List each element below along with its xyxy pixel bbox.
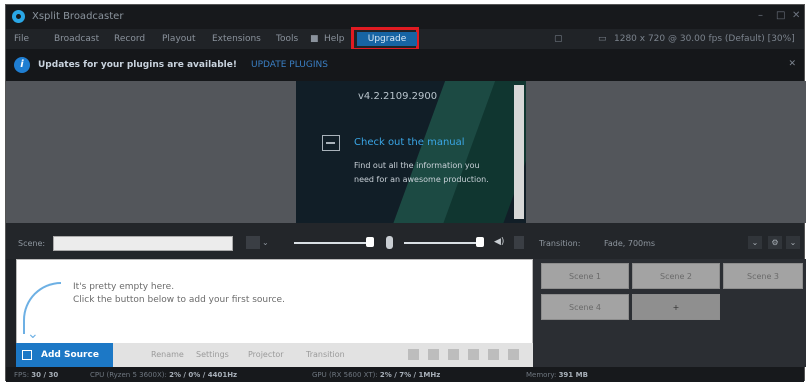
scene-name-input[interactable] (53, 236, 233, 251)
resolution-selector[interactable]: 1280 x 720 @ 30.00 fps (Default) [30%] (614, 34, 795, 44)
transition-more-icon[interactable]: ⌄ (786, 236, 800, 249)
transition-label: Transition: (539, 239, 581, 248)
fps-label: FPS: (14, 371, 30, 379)
preview-area: v4.2.2109.2900 Check out the manual Find… (6, 81, 806, 223)
add-source-button[interactable]: Add Source (16, 343, 113, 367)
plugin-update-notice: i Updates for your plugins are available… (6, 49, 804, 81)
scene-4-button[interactable]: Scene 4 (541, 294, 629, 320)
projector-button[interactable]: Projector (248, 350, 284, 359)
move-down-icon[interactable] (488, 349, 499, 360)
memory-status: Memory: 391 MB (526, 371, 588, 379)
menu-file[interactable]: File (14, 34, 29, 44)
transition-selector[interactable]: Fade, 700ms (604, 239, 655, 248)
menu-broadcast[interactable]: Broadcast (54, 34, 99, 44)
scenes-panel: Scene 1 Scene 2 Scene 3 Scene 4 + (533, 259, 806, 367)
manual-card[interactable]: v4.2.2109.2900 Check out the manual Find… (296, 81, 526, 223)
menu-help[interactable]: Help (324, 34, 345, 44)
audio-settings-icon[interactable] (514, 236, 524, 249)
scene-3-button[interactable]: Scene 3 (723, 263, 803, 289)
arrow-head-icon: ⌄ (27, 326, 39, 342)
minimize-button[interactable]: – (758, 10, 763, 21)
app-logo-icon (12, 10, 25, 23)
menu-tools[interactable]: Tools (276, 34, 298, 44)
app-window: Xsplit Broadcaster – □ ✕ File Broadcast … (5, 4, 806, 382)
speaker-icon[interactable]: ◀) (494, 237, 504, 247)
transition-button[interactable]: Transition (306, 350, 345, 359)
scene-label: Scene: (18, 239, 46, 248)
more-icon[interactable] (508, 349, 519, 360)
menu-help-icon: ■ (310, 34, 319, 44)
controls-bar: Scene: ⌄ ◀) Transition: Fade, 700ms ⌄ ⚙ … (6, 223, 804, 259)
delete-icon[interactable] (448, 349, 459, 360)
add-source-icon (22, 350, 32, 360)
preview-right-panel (526, 81, 806, 223)
manual-card-title[interactable]: Check out the manual (354, 137, 465, 148)
transition-settings-icon[interactable]: ⚙ (768, 236, 782, 249)
speaker-volume-slider[interactable] (404, 242, 478, 244)
mic-icon[interactable] (386, 236, 393, 249)
scene-1-button[interactable]: Scene 1 (541, 263, 629, 289)
empty-message: It's pretty empty here. (73, 282, 175, 292)
window-title: Xsplit Broadcaster (32, 11, 124, 22)
fps-status: FPS: 30 / 30 (14, 371, 58, 379)
preview-left-panel (6, 81, 296, 223)
gpu-value: 2% / 7% / 1MHz (379, 371, 441, 379)
settings-button[interactable]: Settings (196, 350, 229, 359)
notice-text: Updates for your plugins are available! (38, 60, 237, 70)
gpu-status: GPU (RX 5600 XT): 2% / 7% / 1MHz (312, 371, 440, 379)
sources-toolbar: Add Source Rename Settings Projector Tra… (16, 343, 533, 367)
mic-volume-knob[interactable] (366, 237, 374, 247)
monitor-icon: ▭ (598, 34, 607, 44)
gpu-label: GPU (RX 5600 XT): (312, 371, 378, 379)
add-scene-button[interactable]: + (632, 294, 720, 320)
upgrade-button[interactable]: Upgrade (357, 32, 417, 46)
menu-playout[interactable]: Playout (162, 34, 196, 44)
notice-close-icon[interactable]: ✕ (788, 59, 796, 69)
maximize-button[interactable]: □ (776, 10, 785, 21)
preview-button[interactable] (246, 236, 260, 249)
copy-icon[interactable] (408, 349, 419, 360)
preview-dropdown-icon[interactable]: ⌄ (262, 236, 276, 249)
card-scrollbar[interactable] (514, 85, 524, 219)
menu-bar: File Broadcast Record Playout Extensions… (6, 27, 804, 51)
close-window-button[interactable]: ✕ (792, 10, 800, 21)
menu-extensions[interactable]: Extensions (212, 34, 261, 44)
menu-record[interactable]: Record (114, 34, 145, 44)
empty-instruction: Click the button below to add your first… (73, 295, 285, 305)
manual-icon (322, 135, 340, 151)
mic-volume-slider[interactable] (294, 242, 368, 244)
layout-icon[interactable]: ▢ (554, 34, 563, 44)
version-text: v4.2.2109.2900 (358, 91, 438, 102)
transition-dropdown-icon[interactable]: ⌄ (748, 236, 762, 249)
paste-icon[interactable] (428, 349, 439, 360)
fps-value: 30 / 30 (31, 371, 59, 379)
update-plugins-link[interactable]: UPDATE PLUGINS (251, 60, 328, 70)
status-bar: FPS: 30 / 30 CPU (Ryzen 5 3600X): 2% / 0… (6, 367, 804, 382)
rename-button[interactable]: Rename (151, 350, 184, 359)
manual-card-body: Find out all the information you need fo… (354, 161, 489, 184)
add-source-label: Add Source (41, 350, 99, 360)
speaker-volume-knob[interactable] (476, 237, 484, 247)
cpu-label: CPU (Ryzen 5 3600X): (90, 371, 167, 379)
title-bar: Xsplit Broadcaster – □ ✕ (6, 5, 804, 29)
info-icon: i (14, 57, 30, 73)
scene-2-button[interactable]: Scene 2 (632, 263, 720, 289)
memory-value: 391 MB (558, 371, 588, 379)
memory-label: Memory: (526, 371, 557, 379)
cpu-value: 2% / 0% / 4401Hz (169, 371, 238, 379)
cpu-status: CPU (Ryzen 5 3600X): 2% / 0% / 4401Hz (90, 371, 237, 379)
move-up-icon[interactable] (468, 349, 479, 360)
